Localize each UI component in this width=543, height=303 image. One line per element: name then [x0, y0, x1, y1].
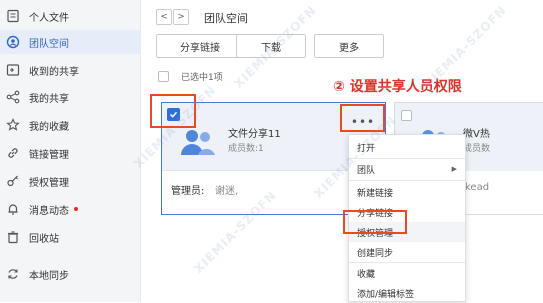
sidebar-item-link-management[interactable]: 链接管理 — [0, 141, 141, 165]
sidebar-item-authorization[interactable]: 授权管理 — [0, 169, 141, 193]
team-card-member-count: 成员数:1 — [228, 144, 264, 154]
team-card-checkbox[interactable] — [167, 108, 180, 121]
sidebar-item-favorites[interactable]: 我的收藏 — [0, 113, 141, 137]
menu-item-create-sync[interactable]: 创建同步 — [349, 242, 465, 262]
sidebar-item-messages[interactable]: 消息动态 — [0, 197, 141, 221]
submenu-arrow-icon: ▶ — [451, 165, 457, 173]
sidebar-item-local-sync[interactable]: 本地同步 — [0, 262, 141, 286]
sidebar-item-label: 我的共享 — [29, 93, 69, 105]
sidebar-item-label: 回收站 — [29, 233, 59, 245]
sidebar-item-label: 个人文件 — [29, 12, 69, 24]
card-more-button[interactable]: ••• — [349, 112, 377, 132]
menu-item-open[interactable]: 打开 — [349, 137, 465, 157]
sidebar-item-label: 链接管理 — [29, 149, 69, 161]
sidebar-item-label: 收到的共享 — [29, 66, 79, 78]
team-card-name: 文件分享11 — [228, 129, 281, 140]
team-card-2-name: 微V热 — [463, 129, 490, 140]
sidebar-item-personal-files[interactable]: 个人文件 — [0, 4, 141, 28]
key-icon — [6, 174, 20, 188]
team-card-2-checkbox[interactable] — [401, 110, 412, 121]
sidebar-item-label: 团队空间 — [29, 38, 69, 50]
folder-icon — [6, 9, 20, 23]
share-icon — [6, 90, 20, 104]
menu-item-authorization[interactable]: 授权管理 — [349, 222, 465, 242]
more-button[interactable]: 更多 — [314, 34, 384, 58]
sidebar-item-my-shares[interactable]: 我的共享 — [0, 85, 141, 109]
download-button[interactable]: 下载 — [236, 34, 306, 58]
selection-count: 已选中1项 — [181, 73, 223, 83]
share-link-button[interactable]: 分享链接 — [156, 34, 244, 58]
sidebar-item-label: 本地同步 — [29, 270, 69, 282]
sidebar-item-received-shares[interactable]: 收到的共享 — [0, 58, 141, 82]
sidebar: 个人文件 团队空间 收到的共享 我的共享 我的收藏 链接管理 授权管理 消息动态… — [0, 0, 141, 302]
link-icon — [6, 146, 20, 160]
sidebar-item-label: 我的收藏 — [29, 121, 69, 133]
people-icon — [181, 130, 215, 155]
unread-dot — [74, 207, 78, 211]
sidebar-item-team-space[interactable]: 团队空间 — [0, 30, 141, 54]
sync-icon — [6, 267, 20, 281]
sidebar-item-label: 消息动态 — [29, 205, 69, 217]
bell-icon — [6, 202, 20, 216]
page-title: 团队空间 — [204, 12, 248, 25]
admin-value: 谢迷, — [215, 186, 239, 197]
team-space-icon — [6, 35, 20, 49]
sidebar-item-recycle-bin[interactable]: 回收站 — [0, 225, 141, 249]
forward-button[interactable]: > — [173, 9, 189, 25]
step-annotation: ② 设置共享人员权限 — [333, 79, 462, 95]
team-card-2-member-count: 成员数 — [463, 144, 491, 154]
check-icon — [169, 111, 178, 118]
menu-item-share-link[interactable]: 分享链接 — [349, 202, 465, 222]
menu-item-new-link[interactable]: 新建链接 — [349, 182, 465, 202]
admin-label: 管理员: — [171, 186, 205, 197]
inbox-share-icon — [6, 63, 20, 77]
select-all-checkbox[interactable] — [158, 71, 169, 82]
team-card-2-admin: kead — [465, 182, 490, 193]
trash-icon — [6, 230, 20, 244]
menu-item-edit-tags[interactable]: 添加/编辑标签 — [349, 283, 465, 303]
star-icon — [6, 118, 20, 132]
history-nav: < > — [156, 9, 190, 25]
select-all-row: 已选中1项 — [158, 70, 223, 83]
back-button[interactable]: < — [156, 9, 172, 25]
sidebar-item-label: 授权管理 — [29, 177, 69, 189]
menu-item-favorite[interactable]: 收藏 — [349, 263, 465, 283]
menu-item-team[interactable]: 团队 ▶ — [349, 159, 465, 179]
context-menu: 打开 团队 ▶ 新建链接 分享链接 授权管理 创建同步 收藏 添加/编辑标签 — [348, 134, 466, 302]
